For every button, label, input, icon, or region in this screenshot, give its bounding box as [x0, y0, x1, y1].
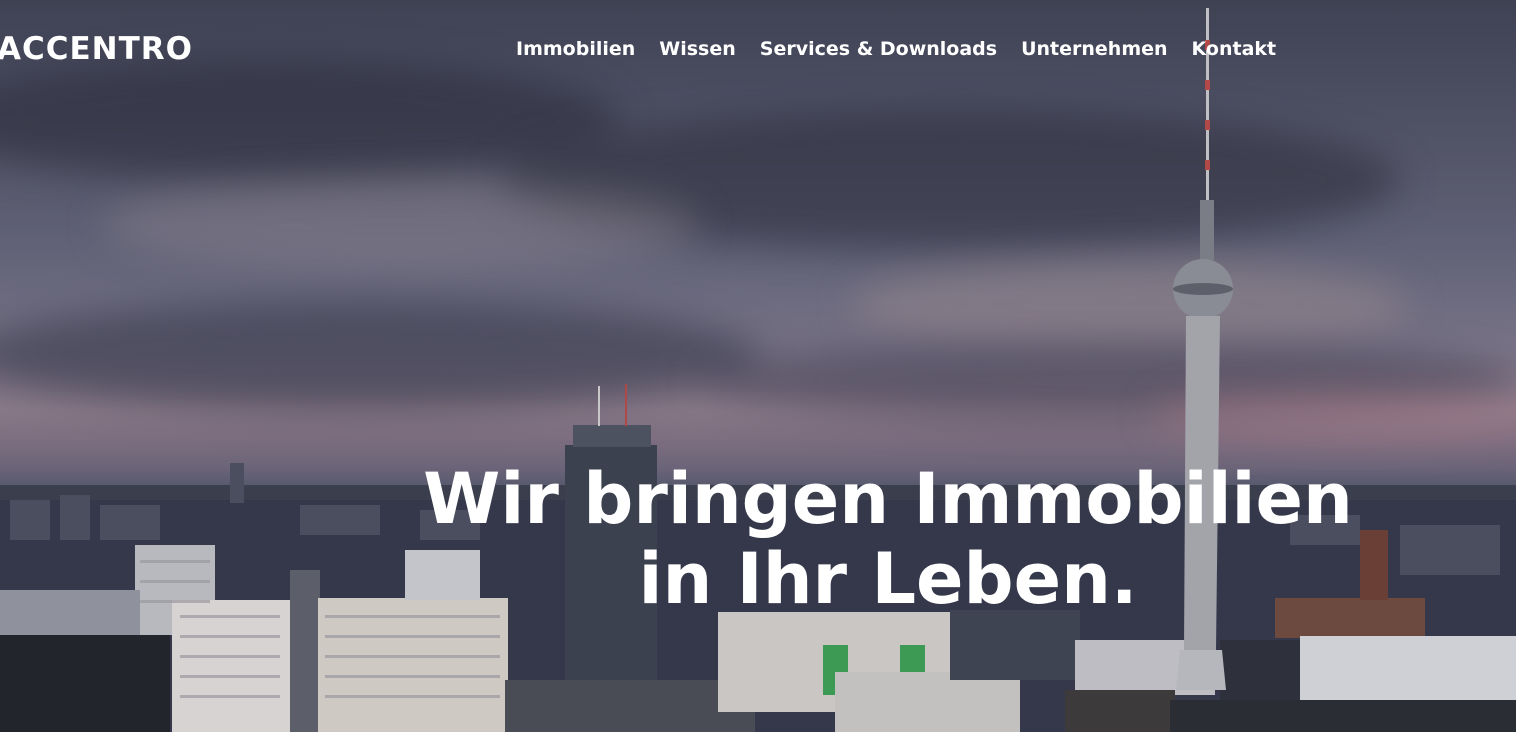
accentro-logo[interactable]: ACCENTRO [0, 28, 193, 70]
hero-headline: Wir bringen Immobilien in Ihr Leben. [388, 459, 1388, 619]
main-navigation: Immobilien Wissen Services & Downloads U… [516, 34, 1276, 64]
nav-item-unternehmen[interactable]: Unternehmen [1021, 34, 1167, 64]
nav-item-kontakt[interactable]: Kontakt [1192, 34, 1277, 64]
hero-headline-line-1: Wir bringen Immobilien [423, 458, 1353, 540]
hero-headline-line-2: in Ihr Leben. [638, 538, 1138, 620]
city-skyline-illustration [0, 8, 1516, 732]
site-header: ACCENTRO Immobilien Wissen Services & Do… [0, 0, 1516, 98]
nav-item-services-downloads[interactable]: Services & Downloads [760, 34, 997, 64]
nav-item-wissen[interactable]: Wissen [659, 34, 736, 64]
nav-item-immobilien[interactable]: Immobilien [516, 34, 635, 64]
hero-section: ACCENTRO Immobilien Wissen Services & Do… [0, 0, 1516, 732]
